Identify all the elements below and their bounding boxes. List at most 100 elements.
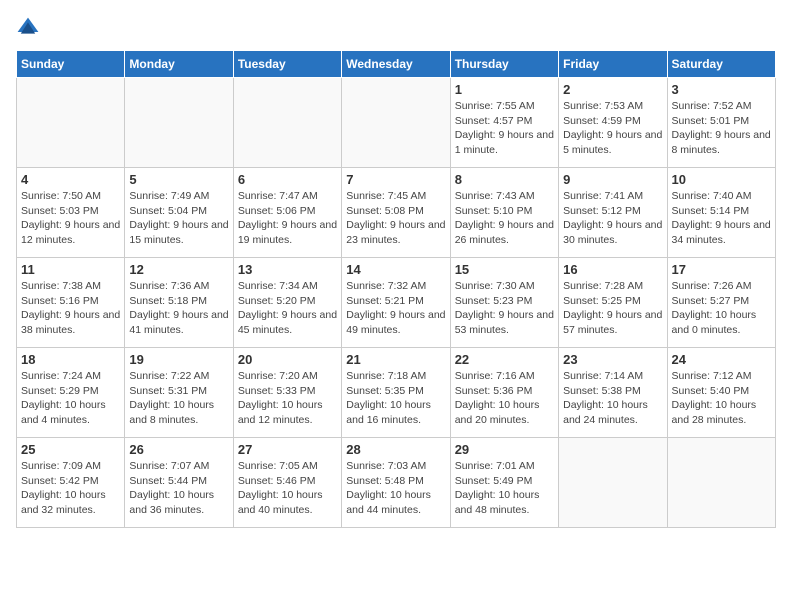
day-info: Sunrise: 7:28 AM Sunset: 5:25 PM Dayligh…: [563, 279, 662, 338]
day-number: 14: [346, 262, 445, 277]
day-info: Sunrise: 7:05 AM Sunset: 5:46 PM Dayligh…: [238, 459, 337, 518]
day-number: 3: [672, 82, 771, 97]
calendar-header-row: SundayMondayTuesdayWednesdayThursdayFrid…: [17, 51, 776, 78]
calendar-cell: 15Sunrise: 7:30 AM Sunset: 5:23 PM Dayli…: [450, 258, 558, 348]
day-info: Sunrise: 7:50 AM Sunset: 5:03 PM Dayligh…: [21, 189, 120, 248]
day-number: 6: [238, 172, 337, 187]
calendar-cell: [233, 78, 341, 168]
day-info: Sunrise: 7:03 AM Sunset: 5:48 PM Dayligh…: [346, 459, 445, 518]
day-info: Sunrise: 7:16 AM Sunset: 5:36 PM Dayligh…: [455, 369, 554, 428]
calendar-cell: 26 Sunrise: 7:07 AM Sunset: 5:44 PM Dayli…: [125, 438, 233, 528]
day-number: 12: [129, 262, 228, 277]
day-number: 21: [346, 352, 445, 367]
day-number: 19: [129, 352, 228, 367]
header-wednesday: Wednesday: [342, 51, 450, 78]
calendar-cell: 23 Sunrise: 7:14 AM Sunset: 5:38 PM Dayli…: [559, 348, 667, 438]
day-info: Sunrise: 7:26 AM Sunset: 5:27 PM Dayligh…: [672, 279, 771, 338]
day-number: 20: [238, 352, 337, 367]
day-info: Sunrise: 7:09 AM Sunset: 5:42 PM Dayligh…: [21, 459, 120, 518]
day-number: 1: [455, 82, 554, 97]
day-number: 25: [21, 442, 120, 457]
calendar-cell: 27 Sunrise: 7:05 AM Sunset: 5:46 PM Dayli…: [233, 438, 341, 528]
header-friday: Friday: [559, 51, 667, 78]
calendar-cell: 6 Sunrise: 7:47 AM Sunset: 5:06 PM Daylig…: [233, 168, 341, 258]
calendar-cell: 12 Sunrise: 7:36 AM Sunset: 5:18 PM Dayli…: [125, 258, 233, 348]
header-tuesday: Tuesday: [233, 51, 341, 78]
day-number: 18: [21, 352, 120, 367]
calendar-cell: 20 Sunrise: 7:20 AM Sunset: 5:33 PM Dayli…: [233, 348, 341, 438]
calendar-cell: [559, 438, 667, 528]
day-info: Sunrise: 7:45 AM Sunset: 5:08 PM Dayligh…: [346, 189, 445, 248]
calendar-cell: 13Sunrise: 7:34 AM Sunset: 5:20 PM Dayli…: [233, 258, 341, 348]
week-row-0: 1 Sunrise: 7:55 AM Sunset: 4:57 PM Daylig…: [17, 78, 776, 168]
calendar-cell: 14 Sunrise: 7:32 AM Sunset: 5:21 PM Dayli…: [342, 258, 450, 348]
day-info: Sunrise: 7:36 AM Sunset: 5:18 PM Dayligh…: [129, 279, 228, 338]
calendar-table: SundayMondayTuesdayWednesdayThursdayFrid…: [16, 50, 776, 528]
day-info: Sunrise: 7:32 AM Sunset: 5:21 PM Dayligh…: [346, 279, 445, 338]
calendar-cell: 24 Sunrise: 7:12 AM Sunset: 5:40 PM Dayli…: [667, 348, 775, 438]
calendar-cell: 18Sunrise: 7:24 AM Sunset: 5:29 PM Dayli…: [17, 348, 125, 438]
day-info: Sunrise: 7:38 AM Sunset: 5:16 PM Dayligh…: [21, 279, 120, 338]
day-number: 11: [21, 262, 120, 277]
week-row-4: 25 Sunrise: 7:09 AM Sunset: 5:42 PM Dayli…: [17, 438, 776, 528]
header: [16, 16, 776, 40]
day-info: Sunrise: 7:18 AM Sunset: 5:35 PM Dayligh…: [346, 369, 445, 428]
calendar-cell: 21 Sunrise: 7:18 AM Sunset: 5:35 PM Dayli…: [342, 348, 450, 438]
calendar-cell: 25 Sunrise: 7:09 AM Sunset: 5:42 PM Dayli…: [17, 438, 125, 528]
calendar-cell: 5Sunrise: 7:49 AM Sunset: 5:04 PM Daylig…: [125, 168, 233, 258]
week-row-2: 11 Sunrise: 7:38 AM Sunset: 5:16 PM Dayli…: [17, 258, 776, 348]
day-number: 27: [238, 442, 337, 457]
day-number: 22: [455, 352, 554, 367]
day-info: Sunrise: 7:52 AM Sunset: 5:01 PM Dayligh…: [672, 99, 771, 158]
day-info: Sunrise: 7:01 AM Sunset: 5:49 PM Dayligh…: [455, 459, 554, 518]
logo: [16, 16, 44, 40]
day-info: Sunrise: 7:47 AM Sunset: 5:06 PM Dayligh…: [238, 189, 337, 248]
calendar-cell: [17, 78, 125, 168]
day-info: Sunrise: 7:14 AM Sunset: 5:38 PM Dayligh…: [563, 369, 662, 428]
day-number: 23: [563, 352, 662, 367]
calendar-cell: 2 Sunrise: 7:53 AM Sunset: 4:59 PM Daylig…: [559, 78, 667, 168]
day-number: 9: [563, 172, 662, 187]
day-info: Sunrise: 7:30 AM Sunset: 5:23 PM Dayligh…: [455, 279, 554, 338]
day-info: Sunrise: 7:43 AM Sunset: 5:10 PM Dayligh…: [455, 189, 554, 248]
day-number: 4: [21, 172, 120, 187]
header-monday: Monday: [125, 51, 233, 78]
calendar-cell: 4 Sunrise: 7:50 AM Sunset: 5:03 PM Daylig…: [17, 168, 125, 258]
day-number: 24: [672, 352, 771, 367]
day-number: 5: [129, 172, 228, 187]
day-info: Sunrise: 7:53 AM Sunset: 4:59 PM Dayligh…: [563, 99, 662, 158]
calendar-cell: 28 Sunrise: 7:03 AM Sunset: 5:48 PM Dayli…: [342, 438, 450, 528]
calendar-cell: 17 Sunrise: 7:26 AM Sunset: 5:27 PM Dayli…: [667, 258, 775, 348]
day-number: 29: [455, 442, 554, 457]
day-number: 16: [563, 262, 662, 277]
header-saturday: Saturday: [667, 51, 775, 78]
day-info: Sunrise: 7:12 AM Sunset: 5:40 PM Dayligh…: [672, 369, 771, 428]
calendar-cell: 1 Sunrise: 7:55 AM Sunset: 4:57 PM Daylig…: [450, 78, 558, 168]
calendar-cell: 3 Sunrise: 7:52 AM Sunset: 5:01 PM Daylig…: [667, 78, 775, 168]
day-info: Sunrise: 7:34 AM Sunset: 5:20 PM Dayligh…: [238, 279, 337, 338]
calendar-cell: 9 Sunrise: 7:41 AM Sunset: 5:12 PM Daylig…: [559, 168, 667, 258]
logo-icon: [16, 16, 40, 40]
day-info: Sunrise: 7:41 AM Sunset: 5:12 PM Dayligh…: [563, 189, 662, 248]
day-info: Sunrise: 7:20 AM Sunset: 5:33 PM Dayligh…: [238, 369, 337, 428]
day-info: Sunrise: 7:22 AM Sunset: 5:31 PM Dayligh…: [129, 369, 228, 428]
week-row-1: 4 Sunrise: 7:50 AM Sunset: 5:03 PM Daylig…: [17, 168, 776, 258]
day-info: Sunrise: 7:55 AM Sunset: 4:57 PM Dayligh…: [455, 99, 554, 158]
calendar-cell: 29 Sunrise: 7:01 AM Sunset: 5:49 PM Dayli…: [450, 438, 558, 528]
day-info: Sunrise: 7:40 AM Sunset: 5:14 PM Dayligh…: [672, 189, 771, 248]
calendar-cell: 7Sunrise: 7:45 AM Sunset: 5:08 PM Daylig…: [342, 168, 450, 258]
day-number: 17: [672, 262, 771, 277]
day-info: Sunrise: 7:07 AM Sunset: 5:44 PM Dayligh…: [129, 459, 228, 518]
calendar-cell: 16 Sunrise: 7:28 AM Sunset: 5:25 PM Dayli…: [559, 258, 667, 348]
day-number: 2: [563, 82, 662, 97]
day-number: 8: [455, 172, 554, 187]
calendar-cell: [125, 78, 233, 168]
header-thursday: Thursday: [450, 51, 558, 78]
calendar-cell: 10 Sunrise: 7:40 AM Sunset: 5:14 PM Dayli…: [667, 168, 775, 258]
week-row-3: 18Sunrise: 7:24 AM Sunset: 5:29 PM Dayli…: [17, 348, 776, 438]
calendar-cell: [342, 78, 450, 168]
day-number: 26: [129, 442, 228, 457]
day-number: 10: [672, 172, 771, 187]
day-number: 28: [346, 442, 445, 457]
calendar-cell: [667, 438, 775, 528]
